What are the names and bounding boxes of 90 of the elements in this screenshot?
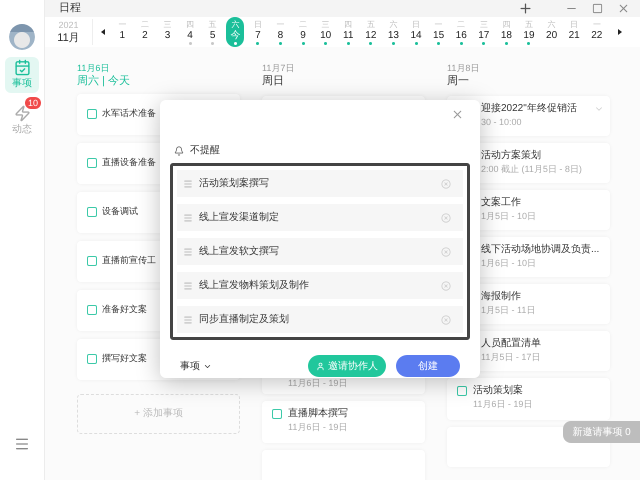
task-title: 海报制作	[481, 291, 521, 303]
column-date: 11月6日	[77, 62, 110, 74]
task-title: 水军话术准备	[102, 107, 156, 120]
date-item[interactable]: 四 11	[339, 16, 358, 46]
date-item[interactable]: 五 5	[204, 16, 222, 46]
bolt-icon	[14, 105, 30, 122]
avatar[interactable]	[9, 24, 35, 50]
window-title: 日程	[59, 1, 82, 16]
date-item[interactable]: 四 4	[181, 16, 200, 46]
remove-icon[interactable]	[441, 178, 451, 188]
drag-handle-icon[interactable]	[183, 212, 193, 222]
task-date: 2:00 截止 (11月5日 - 8日)	[481, 164, 582, 175]
checkbox[interactable]	[457, 386, 467, 396]
checkbox[interactable]	[87, 354, 97, 364]
menu-icon[interactable]	[14, 436, 30, 452]
task-title: 直播前宣传工	[102, 254, 156, 268]
task-title: 准备好文案	[102, 303, 147, 316]
date-item[interactable]: 五 19	[520, 16, 538, 46]
date-item[interactable]: 四 18	[497, 16, 516, 46]
drag-handle-icon[interactable]	[183, 314, 193, 324]
column-title: 周六 | 今天	[77, 74, 131, 88]
date-item[interactable]: 日 21	[565, 16, 584, 46]
user-icon	[316, 362, 325, 370]
drag-handle-icon[interactable]	[183, 280, 193, 290]
task-date: 11月6日 - 19日	[288, 377, 348, 390]
subtask-row[interactable]: 活动策划案撰写	[177, 170, 463, 197]
checkbox[interactable]	[87, 256, 97, 266]
checkbox[interactable]	[272, 408, 282, 418]
reminder-label[interactable]: 不提醒	[190, 143, 220, 158]
task-date: 30 - 10:00	[481, 117, 522, 128]
previous-arrow[interactable]	[101, 28, 105, 34]
subtask-row[interactable]: 同步直播制定及策划	[177, 306, 463, 333]
date-item[interactable]: 五 12	[362, 16, 380, 46]
year-label: 2021	[58, 18, 79, 32]
month-label: 11月	[57, 32, 80, 44]
remove-icon[interactable]	[441, 246, 451, 256]
date-item[interactable]: 三 17	[474, 16, 493, 46]
create-button[interactable]: 创建	[396, 355, 460, 377]
date-item[interactable]: 二 2	[136, 16, 154, 46]
task-date: 1月5日 - 10日	[481, 211, 536, 222]
task-card[interactable]: 活动策划案 11月6日 - 19日	[447, 378, 610, 420]
close-icon[interactable]	[617, 2, 630, 15]
date-item[interactable]: 二 16	[452, 16, 470, 46]
date-item[interactable]: 六 20	[542, 16, 561, 46]
date-item[interactable]: 三 10	[316, 16, 335, 46]
task-title: 活动策划案	[473, 384, 524, 396]
task-title: 撰写好文案	[102, 352, 147, 366]
task-date: 1月6日 - 10日	[481, 258, 536, 269]
task-title: 活动方案策划	[481, 150, 541, 162]
task-date: 11月5日 - 17日	[481, 352, 540, 363]
remove-icon[interactable]	[441, 280, 451, 290]
task-title: 直播设备准备	[102, 156, 156, 170]
close-icon[interactable]	[451, 108, 464, 121]
date-item[interactable]: 三 3	[158, 16, 176, 46]
task-date: 11月6日 - 19日	[288, 422, 348, 432]
task-date: 11月6日 - 19日	[473, 398, 532, 410]
type-dropdown[interactable]: 事项	[180, 358, 212, 374]
remove-icon[interactable]	[441, 212, 451, 222]
checkbox[interactable]	[87, 207, 97, 217]
column-title: 周一	[447, 74, 470, 88]
task-title: 人员配置清单	[481, 338, 541, 350]
column-date: 11月7日	[262, 62, 296, 74]
task-title: 文案工作	[481, 197, 521, 209]
task-title: 迎接2022"年终促销活	[481, 103, 577, 115]
bell-icon	[174, 146, 184, 156]
next-arrow[interactable]	[618, 28, 622, 34]
task-date: 1月5日 - 11日	[481, 305, 536, 316]
calendar-icon	[14, 59, 30, 76]
column-title: 周日	[262, 74, 285, 88]
task-title: 线下活动场地协调及负责...	[481, 244, 600, 256]
remove-icon[interactable]	[441, 314, 451, 324]
checkbox[interactable]	[87, 305, 97, 315]
checkbox[interactable]	[87, 158, 97, 168]
task-title: 设备调试	[102, 205, 138, 218]
date-item[interactable]: 二 9	[294, 16, 312, 46]
notification-badge: 10	[24, 97, 41, 109]
date-item[interactable]: 六 13	[384, 16, 402, 46]
subtask-row[interactable]: 线上宣发渠道制定	[177, 204, 463, 231]
column-date: 11月8日	[447, 62, 480, 74]
maximize-icon[interactable]	[592, 2, 603, 14]
drag-handle-icon[interactable]	[183, 178, 193, 188]
checkbox[interactable]	[87, 109, 97, 119]
date-item[interactable]: 日 14	[407, 16, 426, 46]
subtask-row[interactable]: 线上宣发软文撰写	[177, 238, 463, 265]
task-title: 直播脚本撰写	[288, 408, 348, 420]
task-card[interactable]: 直播脚本撰写 11月6日 - 19日	[262, 400, 425, 442]
date-item[interactable]: 日 7	[248, 16, 267, 46]
add-icon[interactable]	[518, 0, 533, 16]
subtask-row[interactable]: 线上宣发物料策划及制作	[177, 272, 463, 299]
drag-handle-icon[interactable]	[183, 246, 193, 256]
